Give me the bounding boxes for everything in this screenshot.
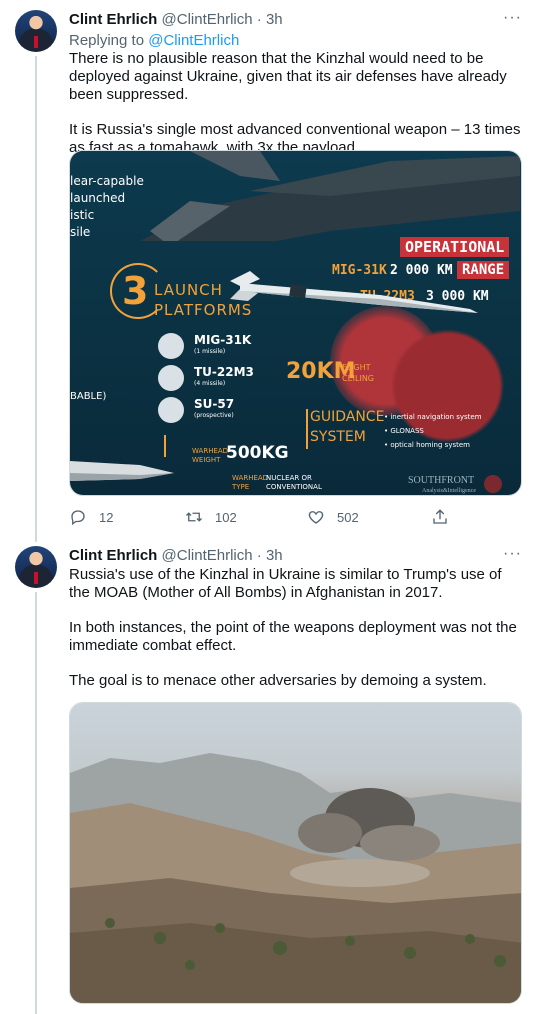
tweet-2[interactable]: Clint Ehrlich @ClintEhrlich · 3h ··· Rus… bbox=[0, 540, 542, 1014]
tweet-header: Clint Ehrlich @ClintEhrlich · 3h bbox=[69, 11, 283, 28]
avatar[interactable] bbox=[15, 546, 57, 588]
plane-icon bbox=[158, 333, 184, 359]
mountain-explosion-image bbox=[70, 703, 521, 1003]
landscape-illustration bbox=[70, 753, 521, 1003]
retweet-count: 102 bbox=[215, 509, 237, 525]
timestamp[interactable]: 3h bbox=[266, 547, 283, 564]
guidance-item: • GLONASS bbox=[384, 427, 424, 435]
guidance-line2: SYSTEM bbox=[310, 429, 366, 445]
retweet-button[interactable]: 102 bbox=[185, 508, 237, 526]
ceiling-label1: FLIGHT bbox=[342, 363, 371, 372]
ceiling-label2: CEILING bbox=[342, 374, 374, 383]
tweet-header: Clint Ehrlich @ClintEhrlich · 3h bbox=[69, 547, 283, 564]
aircraft-illustration bbox=[140, 151, 520, 241]
launch-count: 3 bbox=[122, 269, 149, 313]
brand-logo-icon bbox=[484, 475, 502, 493]
more-dots-icon[interactable]: ··· bbox=[503, 9, 522, 27]
warhead-type-label: WARHEAD TYPE bbox=[232, 474, 269, 491]
missile-illustration bbox=[230, 271, 478, 313]
brand-name: SOUTHFRONT bbox=[408, 475, 475, 486]
launch-line1: LAUNCH bbox=[154, 281, 223, 299]
author-handle[interactable]: @ClintEhrlich bbox=[162, 547, 253, 564]
thread-line bbox=[35, 56, 37, 542]
warhead-weight-label: WARHEAD WEIGHT bbox=[192, 447, 229, 464]
left-cut-text: BABLE) bbox=[70, 391, 107, 402]
guidance-bracket bbox=[306, 409, 308, 449]
top-left-text: lear-capable launched istic sile bbox=[70, 174, 144, 239]
explosion-photo[interactable] bbox=[69, 702, 522, 1004]
operational-label: OPERATIONAL bbox=[400, 237, 510, 257]
platform-name: MIG-31K bbox=[194, 333, 252, 347]
replying-to: Replying to @ClintEhrlich bbox=[69, 32, 240, 49]
share-icon bbox=[433, 509, 447, 524]
replying-to-link[interactable]: @ClintEhrlich bbox=[148, 32, 239, 49]
red-glow bbox=[390, 311, 505, 461]
tweet-paragraph: In both instances, the point of the weap… bbox=[69, 619, 517, 654]
platform-note: (4 missile) bbox=[194, 380, 226, 387]
reply-button[interactable]: 12 bbox=[69, 508, 113, 526]
author-handle[interactable]: @ClintEhrlich bbox=[162, 11, 253, 28]
platform-note: (prospective) bbox=[194, 412, 234, 419]
platform-note: (1 missile) bbox=[194, 348, 226, 355]
platform-name: TU-22M3 bbox=[194, 365, 254, 379]
tweet-1[interactable]: Clint Ehrlich @ClintEhrlich · 3h ··· Rep… bbox=[0, 0, 542, 542]
guidance-item: • inertial navigation system bbox=[384, 413, 482, 421]
heart-icon bbox=[308, 511, 324, 524]
tweet-paragraph: The goal is to menace other adversaries … bbox=[69, 672, 487, 689]
plane-icon bbox=[158, 365, 184, 391]
like-button[interactable]: 502 bbox=[307, 508, 359, 526]
reply-icon bbox=[71, 510, 85, 526]
warhead-connector bbox=[164, 435, 166, 457]
author-name[interactable]: Clint Ehrlich bbox=[69, 547, 157, 564]
guidance-item: • optical homing system bbox=[384, 441, 470, 449]
missile-illustration bbox=[70, 461, 174, 481]
kinzhal-infographic: lear-capable launched istic sile OPERATI… bbox=[70, 151, 521, 495]
tweet-actions: 12 102 502 bbox=[69, 508, 459, 528]
warhead-weight-value: 500KG bbox=[226, 443, 289, 463]
platform-name: SU-57 bbox=[194, 397, 235, 411]
tweet-paragraph: Russia's use of the Kinzhal in Ukraine i… bbox=[69, 566, 502, 601]
thread-line bbox=[35, 592, 37, 1014]
share-button[interactable] bbox=[431, 508, 449, 526]
launch-line2: PLATFORMS bbox=[154, 301, 253, 319]
infographic-image[interactable]: lear-capable launched istic sile OPERATI… bbox=[69, 150, 522, 496]
like-count: 502 bbox=[337, 509, 359, 525]
more-dots-icon[interactable]: ··· bbox=[503, 545, 522, 563]
timestamp[interactable]: 3h bbox=[266, 11, 283, 28]
warhead-type-value: NUCLEAR OR CONVENTIONAL bbox=[266, 474, 322, 491]
author-name[interactable]: Clint Ehrlich bbox=[69, 11, 157, 28]
plane-icon bbox=[158, 397, 184, 423]
reply-count: 12 bbox=[99, 509, 114, 525]
guidance-line1: GUIDANCE bbox=[310, 409, 385, 425]
tweet-paragraph: There is no plausible reason that the Ki… bbox=[69, 50, 507, 103]
brand-tagline: Analysis&Intelligence bbox=[422, 488, 476, 494]
tweet-text: Russia's use of the Kinzhal in Ukraine i… bbox=[69, 566, 524, 707]
avatar[interactable] bbox=[15, 10, 57, 52]
retweet-icon bbox=[186, 512, 202, 522]
